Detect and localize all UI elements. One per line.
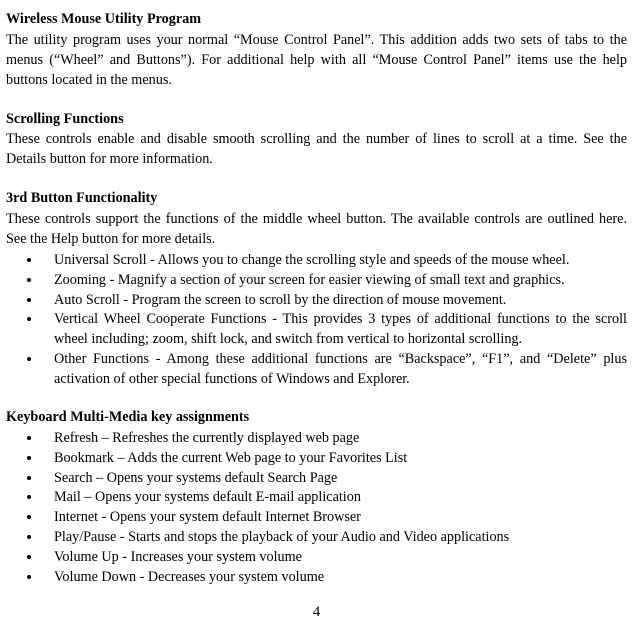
list-item: Volume Up - Increases your system volume	[42, 548, 627, 568]
list-item: Refresh – Refreshes the currently displa…	[42, 429, 627, 449]
list-item: Internet - Opens your system default Int…	[42, 508, 627, 528]
page-number: 4	[6, 602, 627, 623]
list-item: Zooming - Magnify a section of your scre…	[42, 271, 627, 291]
list-item: Universal Scroll - Allows you to change …	[42, 251, 627, 271]
section4-heading: Keyboard Multi-Media key assignments	[6, 408, 627, 428]
list-item: Search – Opens your systems default Sear…	[42, 469, 627, 489]
list-item: Mail – Opens your systems default E-mail…	[42, 488, 627, 508]
list-item: Play/Pause - Starts and stops the playba…	[42, 528, 627, 548]
list-item: Auto Scroll - Program the screen to scro…	[42, 291, 627, 311]
list-item: Bookmark – Adds the current Web page to …	[42, 449, 627, 469]
list-item: Volume Down - Decreases your system volu…	[42, 568, 627, 588]
section3-heading: 3rd Button Functionality	[6, 189, 627, 209]
section2-body: These controls enable and disable smooth…	[6, 130, 627, 170]
section1-heading: Wireless Mouse Utility Program	[6, 10, 627, 30]
list-item: Vertical Wheel Cooperate Functions - Thi…	[42, 310, 627, 350]
section4-list: Refresh – Refreshes the currently displa…	[42, 429, 627, 588]
section3-list: Universal Scroll - Allows you to change …	[42, 251, 627, 390]
section3-body: These controls support the functions of …	[6, 210, 627, 250]
list-item: Other Functions - Among these additional…	[42, 350, 627, 390]
section2-heading: Scrolling Functions	[6, 110, 627, 130]
section1-body: The utility program uses your normal “Mo…	[6, 31, 627, 91]
